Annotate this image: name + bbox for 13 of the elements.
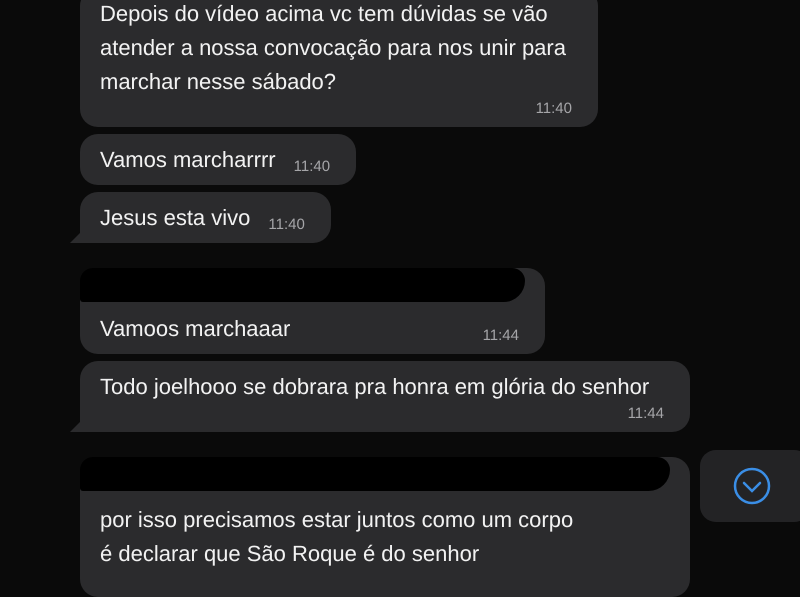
message-time: 11:44 xyxy=(482,326,519,346)
message-text: Todo joelhooo se dobrara pra honra em glória do senhor xyxy=(100,373,650,401)
message-text: Vamoos marchaaar xyxy=(100,315,290,343)
message-text: por isso precisamos estar juntos como um corpo é declarar que São Roque é do senhor xyxy=(100,506,574,568)
message-time: 11:44 xyxy=(628,404,664,424)
scroll-down-button[interactable] xyxy=(700,450,800,522)
message-text: Vamos marcharrrr xyxy=(100,146,276,174)
message-text: Depois do vídeo acima vc tem dúvidas se vão atender a nossa convocação para nos unir para marchar nesse sábado? xyxy=(100,0,567,96)
message-time: 11:40 xyxy=(268,215,305,235)
message-time: 11:40 xyxy=(294,157,330,177)
chevron-down-icon xyxy=(732,466,772,506)
message-time: 11:40 xyxy=(536,99,572,119)
message-text: Jesus esta vivo xyxy=(100,204,250,232)
